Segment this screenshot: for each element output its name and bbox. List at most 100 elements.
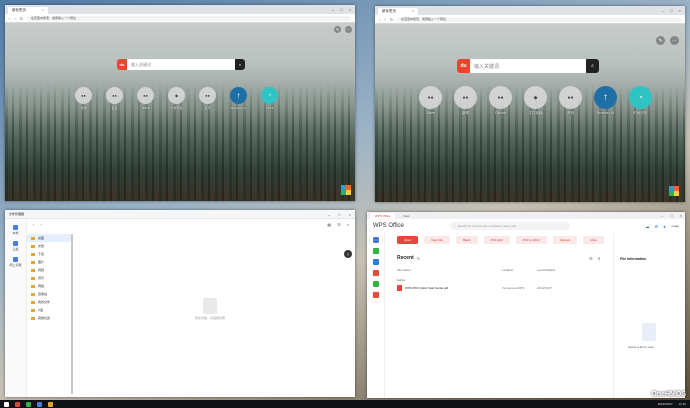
close-icon[interactable]: × — [679, 7, 681, 15]
shortcut-tile[interactable]: ●● 资讯 — [559, 86, 582, 116]
taskbar-time[interactable]: 11:20 — [679, 402, 686, 406]
back-icon[interactable]: ‹ — [9, 16, 10, 21]
shortcut-tile[interactable]: ●● bilibili — [137, 87, 154, 110]
sidebar-item-cloud[interactable]: 云盘 — [5, 241, 26, 251]
cloud-icon[interactable]: ☁ — [646, 224, 650, 229]
reload-icon[interactable]: ↻ — [20, 16, 23, 21]
shortcut-tile[interactable]: ↑ Browser.AI — [230, 87, 247, 110]
search-icon[interactable]: ⌕ — [235, 59, 245, 70]
shortcut-tile[interactable]: ◆ 文件传输 — [168, 87, 185, 110]
table-row[interactable]: WPS PDF Quick Start Guide.pdf /home/user… — [397, 285, 597, 291]
tree-item[interactable]: 图片 — [27, 258, 72, 266]
close-icon[interactable]: × — [349, 212, 351, 217]
tree-item[interactable]: 视频 — [27, 266, 72, 274]
close-icon[interactable]: × — [349, 6, 351, 14]
shortcut-tile[interactable]: ●● GitHub — [489, 86, 512, 116]
help-icon[interactable]: ? — [344, 250, 352, 258]
shortcut-tile[interactable]: ◔ 时间日历 — [629, 86, 652, 116]
taskbar-date[interactable]: 2024/03/27 — [658, 402, 673, 406]
maximize-icon[interactable]: □ — [338, 212, 340, 217]
tree-item[interactable]: 文档 — [27, 242, 72, 250]
search-icon[interactable]: ⌕ — [586, 59, 599, 73]
taskbar-app-icon[interactable] — [15, 401, 20, 407]
menu-icon[interactable]: ⋯ — [345, 26, 352, 33]
blank-button[interactable]: Blank — [456, 236, 478, 244]
address-bar[interactable]: 在百度中搜索，或者输入一个网址 — [27, 15, 351, 21]
filter-icon[interactable]: ⚲ — [598, 256, 601, 261]
nav-pdf-icon[interactable] — [372, 270, 379, 276]
tree-item[interactable]: 音乐 — [27, 274, 72, 282]
tree-item[interactable]: 网络 — [27, 282, 72, 290]
nav-apps-icon[interactable] — [372, 259, 379, 265]
tree-item[interactable]: 下载 — [27, 250, 72, 258]
minimize-icon[interactable]: – — [332, 6, 334, 14]
search-icon[interactable]: ⌕ — [347, 222, 349, 227]
search-box[interactable]: du 输入关键词 ⌕ — [117, 59, 245, 70]
new-file-button[interactable]: New File — [424, 236, 451, 244]
back-icon[interactable]: ‹ — [33, 222, 34, 227]
tab-wps-office[interactable]: WPS Office — [370, 212, 396, 219]
list-view-icon[interactable]: ☰ — [589, 256, 593, 261]
address-bar[interactable]: 在百度中搜索，或者输入一个网址 — [397, 16, 681, 22]
refresh-icon[interactable]: ↻ — [417, 256, 420, 261]
search-box[interactable]: du 输入关键词 ⌕ — [457, 59, 599, 73]
maximize-icon[interactable]: □ — [340, 6, 342, 14]
shortcut-tile[interactable]: ●● 微博 — [75, 87, 92, 110]
reload-icon[interactable]: ↻ — [390, 17, 393, 22]
search-engine-logo[interactable]: du — [457, 59, 470, 73]
search-input[interactable]: ⌕ Search for documents, templates, apps, … — [449, 222, 570, 230]
search-engine-logo[interactable]: du — [117, 59, 127, 70]
nav-slides-icon[interactable] — [372, 292, 379, 298]
maximize-icon[interactable]: □ — [670, 7, 672, 15]
avatar[interactable]: ● — [663, 224, 665, 229]
settings-icon[interactable]: ⚙ — [655, 224, 659, 229]
forward-icon[interactable]: › — [40, 222, 41, 227]
forward-icon[interactable]: › — [14, 16, 15, 21]
tree-item[interactable]: 我的文件 — [27, 298, 72, 306]
search-input[interactable]: 输入关键词 — [127, 62, 235, 68]
more-button[interactable]: More — [583, 236, 605, 244]
tree-item[interactable]: 其他位置 — [27, 314, 72, 322]
menu-icon[interactable]: ⋯ — [670, 36, 679, 45]
open-button[interactable]: Open — [397, 236, 419, 244]
shortcut-tile[interactable]: ◆ 文件传输 — [524, 86, 547, 116]
minimize-icon[interactable]: – — [328, 212, 330, 217]
login-link[interactable]: Login — [672, 224, 679, 228]
tree-item[interactable]: 回收站 — [27, 290, 72, 298]
shortcut-tile[interactable]: ●● 资讯 — [199, 87, 216, 110]
pdf-edit-button[interactable]: PDF Edit — [483, 236, 510, 244]
tree-item[interactable]: 桌面 — [27, 234, 72, 242]
nav-sheet-icon[interactable] — [372, 281, 379, 287]
minimize-icon[interactable]: – — [662, 7, 664, 15]
convert-button[interactable]: Convert — [552, 236, 578, 244]
taskbar-app-icon[interactable] — [37, 401, 42, 407]
sidebar-item-network[interactable]: 网上邻居 — [5, 257, 26, 267]
shortcut-tile[interactable]: ↑ Browser AI — [594, 86, 617, 116]
shortcut-tile[interactable]: ●● 新闻 — [454, 86, 477, 116]
shortcut-tile[interactable]: ◔ Clock — [261, 87, 278, 110]
shortcut-tile[interactable]: ●● 百度 — [106, 87, 123, 110]
list-view-icon[interactable]: ☰ — [337, 222, 341, 227]
minimize-icon[interactable]: – — [661, 213, 663, 218]
nav-home-icon[interactable] — [372, 237, 379, 243]
browser-tab[interactable]: 新标签页 × — [378, 8, 418, 15]
shortcut-tile[interactable]: ●● Store — [419, 86, 442, 116]
nav-docs-icon[interactable] — [372, 248, 379, 254]
tree-item[interactable]: U盘 — [27, 306, 72, 314]
close-tab-icon[interactable]: × — [412, 8, 414, 15]
browser-tab[interactable]: 新标签页 × — [8, 7, 48, 14]
taskbar-app-icon[interactable] — [26, 401, 31, 407]
close-tab-icon[interactable]: × — [42, 7, 44, 14]
maximize-icon[interactable]: □ — [670, 213, 672, 218]
settings-icon[interactable]: ✎ — [656, 36, 665, 45]
search-input[interactable]: 输入关键词 — [470, 63, 586, 70]
close-icon[interactable]: × — [680, 213, 682, 218]
back-icon[interactable]: ‹ — [379, 17, 380, 22]
forward-icon[interactable]: › — [384, 17, 385, 22]
sidebar-item-local[interactable]: 本地 — [5, 225, 26, 235]
tab-new[interactable]: New — [398, 213, 414, 219]
taskbar-app-icon[interactable] — [48, 401, 53, 407]
scrollbar[interactable] — [71, 234, 73, 394]
pdf-to-word-button[interactable]: PDF to Word — [515, 236, 547, 244]
grid-view-icon[interactable]: ▦ — [327, 222, 331, 227]
